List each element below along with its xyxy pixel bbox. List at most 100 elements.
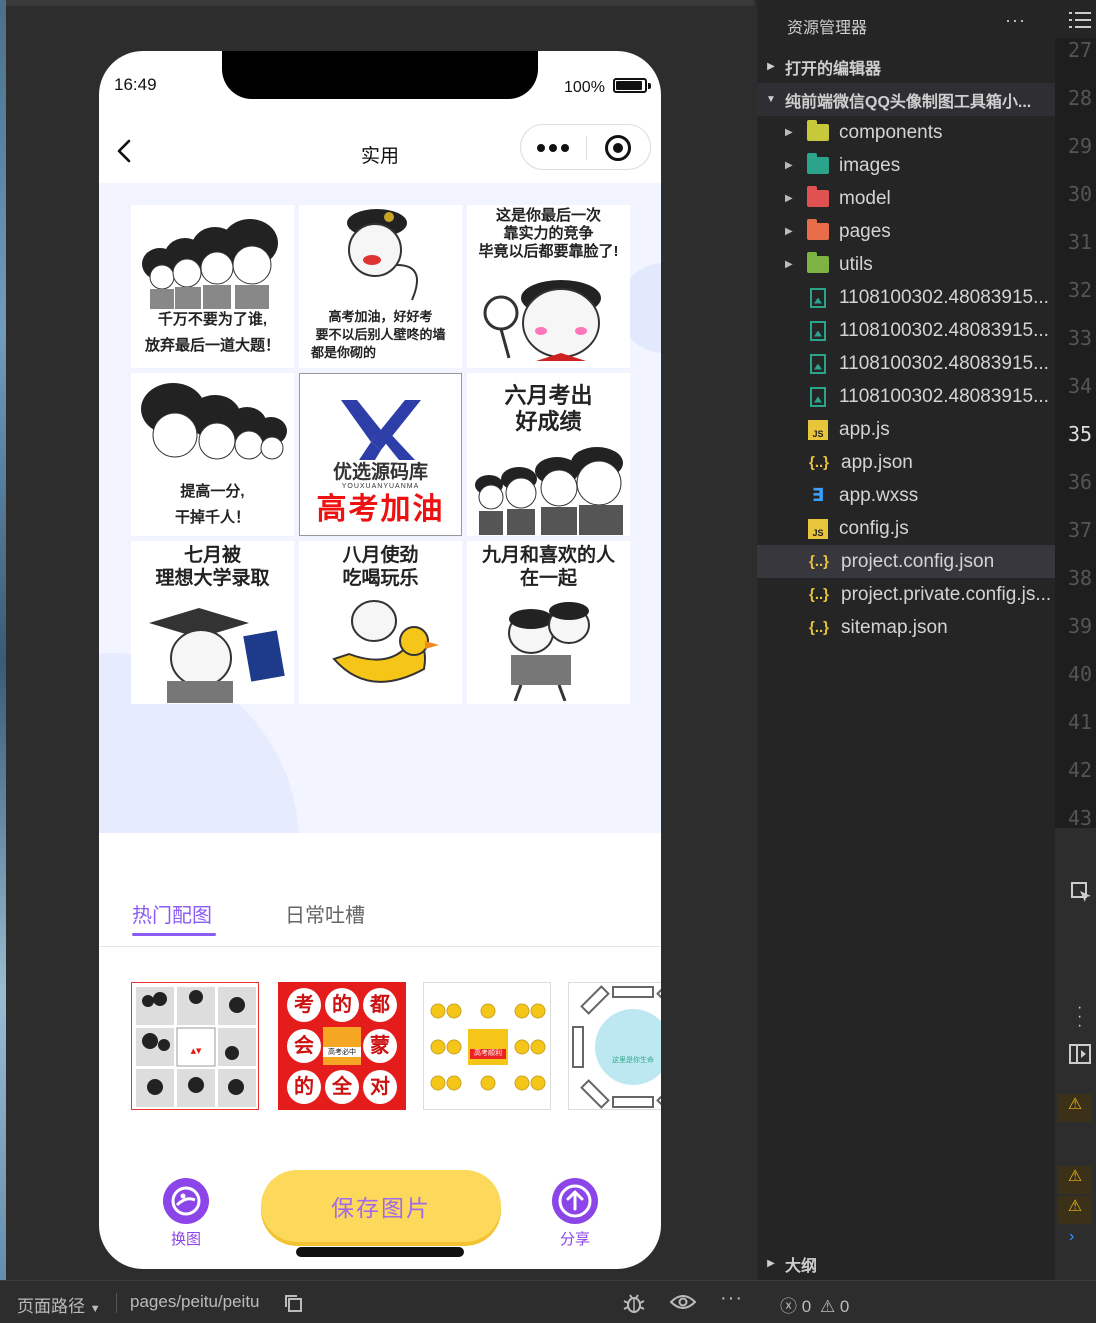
back-arrow-icon[interactable] <box>113 139 137 163</box>
template-thumbnails: ▲▼ 考 的 都 会 高考必中 蒙 的 全 对 高考顺利 这里是你生命 <box>131 982 661 1110</box>
more-dots-icon[interactable]: ··· <box>720 1287 743 1310</box>
tree-item-images[interactable]: ▶ images <box>757 149 1055 182</box>
editor-toolbar <box>1055 0 1096 38</box>
open-editors-section[interactable]: ▶ 打开的编辑器 <box>757 50 1055 83</box>
line-number: 30 <box>1068 182 1093 206</box>
more-dots-icon[interactable] <box>537 144 569 152</box>
tree-item-pages[interactable]: ▶ pages <box>757 215 1055 248</box>
tree-item-config-js[interactable]: JS config.js <box>757 512 1055 545</box>
debug-panel: · · · ⚠ ⚠ ⚠ › <box>1055 828 1096 1280</box>
line-number: 29 <box>1068 134 1093 158</box>
tab-daily[interactable]: 日常吐槽 <box>285 899 365 928</box>
warning-icon[interactable]: ⚠ <box>1058 1196 1092 1224</box>
more-actions-icon[interactable]: ··· <box>1005 10 1026 31</box>
grid-cell-2[interactable]: 高考加油，好好考 要不以后别人壁咚的墙 都是你砌的 <box>299 205 462 368</box>
logo-text: 优选源码库 <box>332 462 428 483</box>
folder-icon <box>807 252 829 275</box>
save-image-button[interactable]: 保存图片 <box>261 1170 501 1242</box>
grid-cell-3[interactable]: 这是你最后一次 靠实力的竞争 毕竟以后都要靠脸了! <box>467 205 630 368</box>
tree-item-1108100302-48083915-[interactable]: 1108100302.48083915... <box>757 347 1055 380</box>
inspect-icon[interactable] <box>1071 882 1093 904</box>
image-canvas: 千万不要为了谁, 放弃最后一道大题！ 高考加油，好好考 要不以后别人壁咚的墙 都… <box>99 183 661 833</box>
swap-label: 换图 <box>170 1231 201 1248</box>
tab-hot[interactable]: 热门配图 <box>132 899 212 928</box>
caption-line: 干掉千人！ <box>174 509 250 526</box>
thumbnail-1[interactable]: ▲▼ <box>131 982 259 1110</box>
grid-cell-8[interactable]: 八月使劲 吃喝玩乐 <box>299 541 462 704</box>
outline-section[interactable]: ▶ 大纲 <box>757 1247 1055 1280</box>
grid-cell-7[interactable]: 七月被 理想大学录取 <box>131 541 294 704</box>
share-button[interactable]: 分享 <box>545 1178 605 1249</box>
grid-cell-4[interactable]: 提高一分, 干掉千人！ <box>131 373 294 536</box>
line-number: 34 <box>1068 374 1093 398</box>
meme-grid[interactable]: 千万不要为了谁, 放弃最后一道大题！ 高考加油，好好考 要不以后别人壁咚的墙 都… <box>131 205 631 704</box>
eye-icon[interactable] <box>670 1294 696 1310</box>
close-miniprogram-icon[interactable] <box>605 135 631 161</box>
warning-icon[interactable]: ⚠ <box>1058 1166 1092 1194</box>
file-name: pages <box>839 220 891 242</box>
line-number: 27 <box>1068 38 1093 62</box>
status-time: 16:49 <box>114 75 157 94</box>
tree-item-1108100302-48083915-[interactable]: 1108100302.48083915... <box>757 314 1055 347</box>
tree-item-model[interactable]: ▶ model <box>757 182 1055 215</box>
category-tabs: 热门配图 日常吐槽 <box>99 883 661 947</box>
list-icon[interactable] <box>1069 11 1091 29</box>
grid-cell-5[interactable]: 优选源码库 YOUXUANYUANMA 高考加油 <box>299 373 462 536</box>
battery-icon <box>613 78 647 93</box>
line-number: 37 <box>1068 518 1093 542</box>
caption-line: 提高一分, <box>180 483 245 500</box>
line-number: 33 <box>1068 326 1093 350</box>
panel-toggle-icon[interactable] <box>1069 1044 1091 1064</box>
tree-item-project-private-config-js-[interactable]: {..} project.private.config.js... <box>757 578 1055 611</box>
grid-cell-1[interactable]: 千万不要为了谁, 放弃最后一道大题！ <box>131 205 294 368</box>
copy-icon[interactable] <box>284 1294 302 1312</box>
grid-cell-6[interactable]: 六月考出 好成绩 <box>467 373 630 536</box>
char-bubble: 对 <box>363 1070 397 1104</box>
line-number: 42 <box>1068 758 1093 782</box>
section-label: 纯前端微信QQ头像制图工具箱小... <box>785 93 1032 111</box>
page-path-dropdown[interactable]: 页面路径 ▼ <box>17 1292 101 1317</box>
tree-item-components[interactable]: ▶ components <box>757 116 1055 149</box>
caption-line: 好成绩 <box>515 409 582 435</box>
file-name: 1108100302.48083915... <box>839 319 1049 341</box>
tree-item-utils[interactable]: ▶ utils <box>757 248 1055 281</box>
tree-item-1108100302-48083915-[interactable]: 1108100302.48083915... <box>757 380 1055 413</box>
tree-item-app-json[interactable]: {..} app.json <box>757 446 1055 479</box>
thumbnail-2[interactable]: 考 的 都 会 高考必中 蒙 的 全 对 <box>278 982 406 1110</box>
mini-program-navbar: 实用 <box>99 121 661 183</box>
tree-item-sitemap-json[interactable]: {..} sitemap.json <box>757 611 1055 644</box>
capsule-divider <box>586 136 587 160</box>
caption-line: 高考加油，好好考 <box>328 309 433 324</box>
char-bubble: 都 <box>363 988 397 1022</box>
image-file-icon <box>807 287 829 308</box>
tree-item-1108100302-48083915-[interactable]: 1108100302.48083915... <box>757 281 1055 314</box>
bug-icon[interactable] <box>622 1292 646 1314</box>
caption-line: 都是你砌的 <box>311 345 377 360</box>
students-cartoon <box>475 447 623 535</box>
file-name: app.js <box>839 418 890 440</box>
thumbnail-4[interactable]: 这里是你生命 <box>568 982 661 1110</box>
json-file-icon: {..} <box>808 586 829 603</box>
grid-cell-9[interactable]: 九月和喜欢的人 在一起 <box>467 541 630 704</box>
project-section[interactable]: ▼ 纯前端微信QQ头像制图工具箱小... <box>757 83 1055 116</box>
file-name: app.json <box>841 451 913 473</box>
soldier-cartoon <box>347 209 418 301</box>
tree-item-app-wxss[interactable]: ∃ app.wxss <box>757 479 1055 512</box>
warning-icon[interactable]: ⚠ <box>1058 1094 1092 1122</box>
thumbnail-3[interactable]: 高考顺利 <box>423 982 551 1110</box>
section-label: 大纲 <box>785 1257 818 1275</box>
battery-percent: 100% <box>564 79 605 96</box>
file-name: model <box>839 187 891 209</box>
vertical-dots-icon[interactable]: · · · <box>1077 1000 1082 1034</box>
folder-icon <box>807 120 829 143</box>
problems-indicator[interactable]: ⓧ 0 ⚠ 0 <box>780 1292 849 1317</box>
swap-image-button[interactable]: 换图 <box>156 1178 216 1249</box>
tree-item-app-js[interactable]: JS app.js <box>757 413 1055 446</box>
devtools-window: 16:49 100% 实用 千万不要为了谁, 放弃最后一道大题！ 高考加油，好好… <box>0 0 1096 1323</box>
file-name: app.wxss <box>839 484 919 506</box>
explorer-title: 资源管理器 <box>787 20 868 37</box>
char-bubble: 考 <box>287 988 321 1022</box>
tree-item-project-config-json[interactable]: {..} project.config.json <box>757 545 1055 578</box>
line-number: 41 <box>1068 710 1093 734</box>
chevron-right-icon[interactable]: › <box>1069 1228 1074 1246</box>
